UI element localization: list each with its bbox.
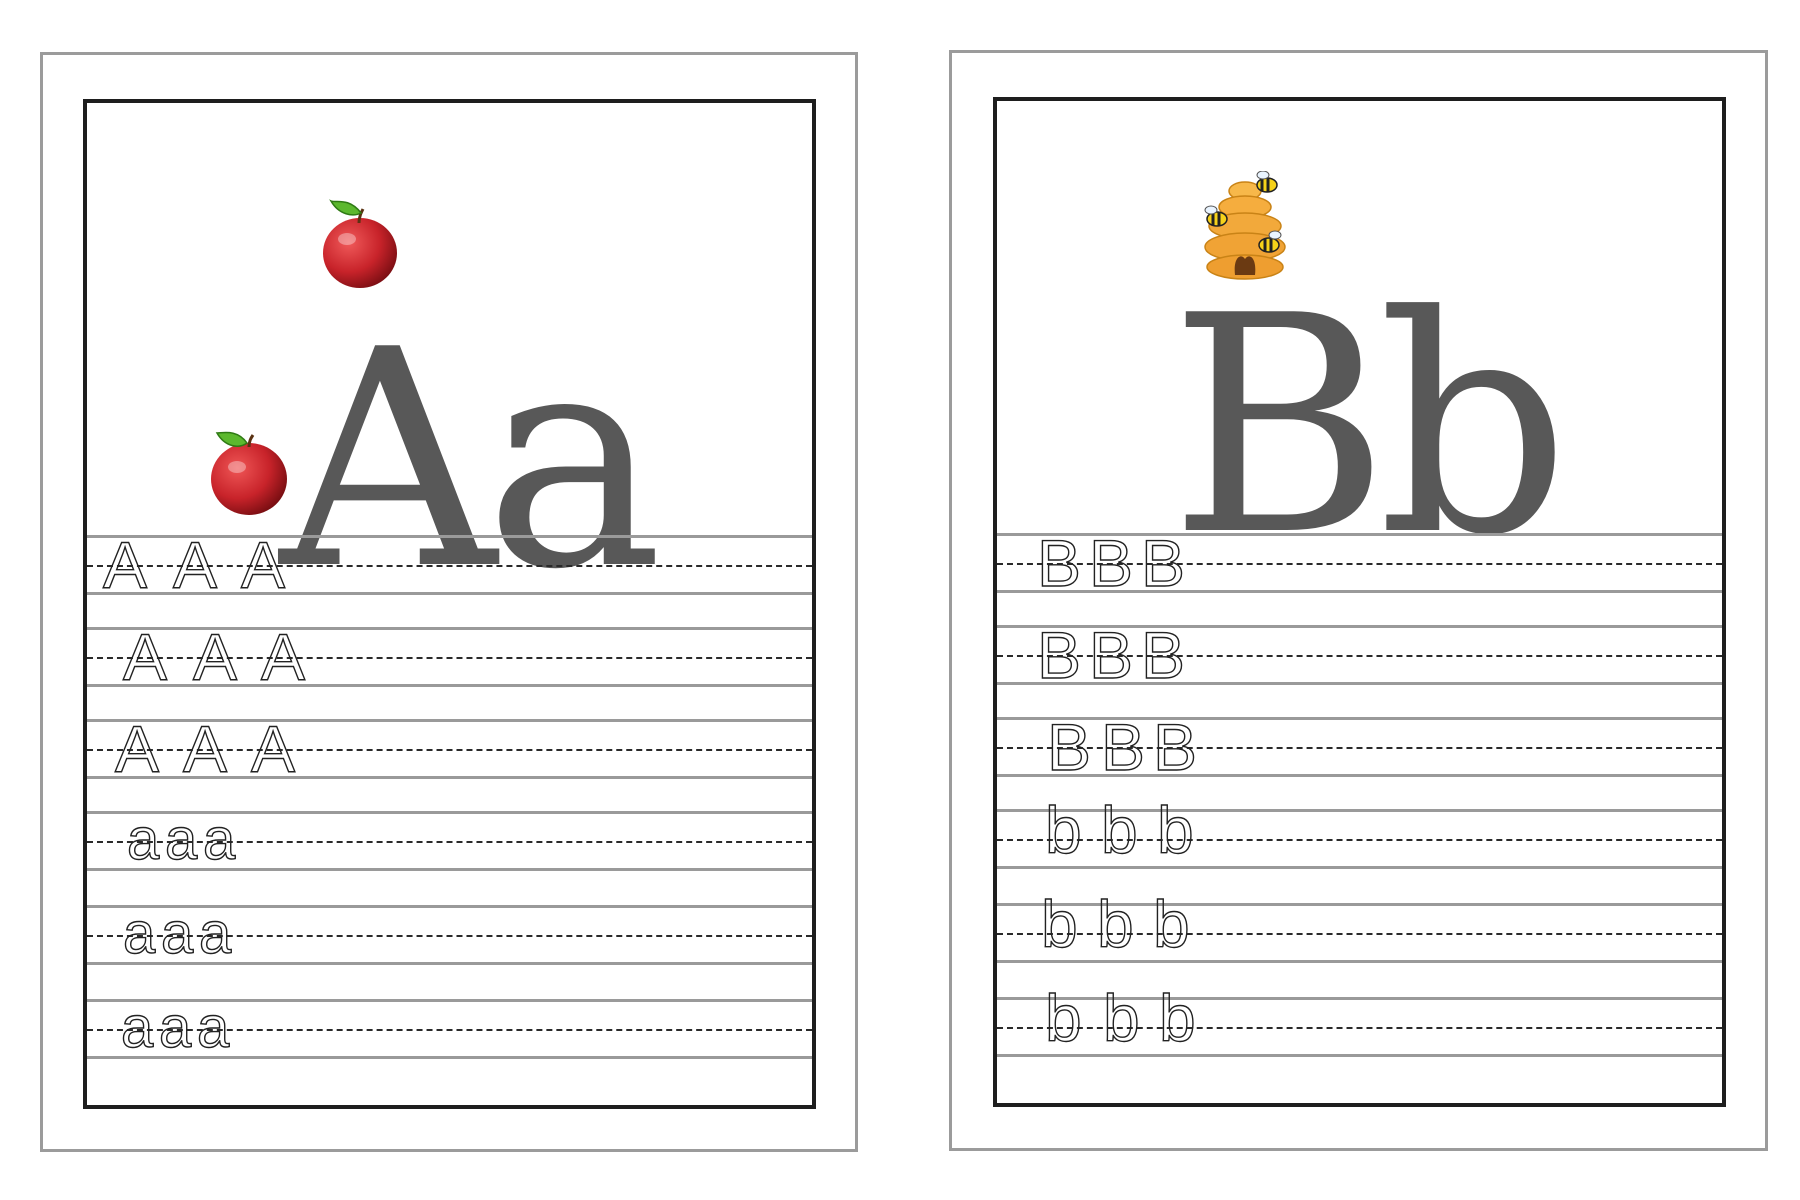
trace-letter[interactable]: B bbox=[1152, 713, 1197, 780]
tracing-area: B B B B B B B B B b b b b b b b b b bbox=[997, 529, 1722, 1103]
trace-letter[interactable]: A bbox=[192, 623, 237, 690]
beehive-icon bbox=[1204, 171, 1286, 280]
trace-letter[interactable]: a bbox=[198, 904, 232, 963]
tracing-row: b b b bbox=[997, 984, 1722, 1057]
tracing-row: b b b bbox=[997, 796, 1722, 869]
trace-letter[interactable]: B bbox=[1100, 713, 1145, 780]
letter-card-a: Aa A A A A A A A A A a a a a a a a a a bbox=[83, 99, 816, 1109]
tracing-row: A A A bbox=[87, 623, 812, 691]
tracing-row: A A A bbox=[87, 715, 812, 783]
trace-letter[interactable]: B bbox=[1088, 529, 1133, 596]
tracing-row: B B B bbox=[997, 529, 1722, 597]
trace-letter[interactable]: a bbox=[160, 904, 194, 963]
trace-letter[interactable]: A bbox=[114, 715, 159, 782]
trace-letter[interactable]: A bbox=[172, 531, 217, 598]
trace-letter[interactable]: A bbox=[260, 623, 305, 690]
trace-letter[interactable]: a bbox=[196, 998, 230, 1057]
bee-icon bbox=[1256, 171, 1278, 193]
trace-letter[interactable]: A bbox=[240, 531, 285, 598]
trace-letter[interactable]: b bbox=[1044, 796, 1082, 863]
trace-letter[interactable]: B bbox=[1046, 713, 1091, 780]
tracing-row: b b b bbox=[997, 890, 1722, 963]
trace-letter[interactable]: B bbox=[1036, 621, 1081, 688]
tracing-row: B B B bbox=[997, 713, 1722, 781]
worksheet-page-a: Aa A A A A A A A A A a a a a a a a a a bbox=[40, 52, 858, 1152]
trace-letter[interactable]: b bbox=[1096, 890, 1134, 957]
trace-letter[interactable]: a bbox=[126, 810, 160, 869]
tracing-row: a a a bbox=[87, 810, 812, 871]
apple-icon bbox=[323, 199, 397, 288]
trace-letter[interactable]: B bbox=[1140, 529, 1185, 596]
trace-letter[interactable]: a bbox=[158, 998, 192, 1057]
trace-letter[interactable]: A bbox=[102, 531, 147, 598]
trace-letter[interactable]: A bbox=[182, 715, 227, 782]
trace-letter[interactable]: a bbox=[122, 904, 156, 963]
trace-letter[interactable]: A bbox=[250, 715, 295, 782]
worksheet-page-b: Bb B B B B B B B B B b b b b b b b b b bbox=[949, 50, 1768, 1151]
letter-card-b: Bb B B B B B B B B B b b b b b b b b b bbox=[993, 97, 1726, 1107]
tracing-area: A A A A A A A A A a a a a a a a a a bbox=[87, 531, 812, 1105]
trace-letter[interactable]: B bbox=[1140, 621, 1185, 688]
trace-letter[interactable]: B bbox=[1088, 621, 1133, 688]
tracing-row: a a a bbox=[87, 904, 812, 965]
trace-letter[interactable]: a bbox=[120, 998, 154, 1057]
apple-icon bbox=[211, 431, 287, 515]
trace-letter[interactable]: a bbox=[164, 810, 198, 869]
trace-letter[interactable]: a bbox=[202, 810, 236, 869]
trace-letter[interactable]: b bbox=[1040, 890, 1078, 957]
trace-letter[interactable]: b bbox=[1044, 984, 1082, 1051]
trace-letter[interactable]: A bbox=[122, 623, 167, 690]
trace-letter[interactable]: b bbox=[1156, 796, 1194, 863]
tracing-row: A A A bbox=[87, 531, 812, 599]
tracing-row: B B B bbox=[997, 621, 1722, 689]
tracing-row: a a a bbox=[87, 998, 812, 1059]
trace-letter[interactable]: b bbox=[1102, 984, 1140, 1051]
trace-letter[interactable]: b bbox=[1100, 796, 1138, 863]
trace-letter[interactable]: b bbox=[1152, 890, 1190, 957]
trace-letter[interactable]: B bbox=[1036, 529, 1081, 596]
trace-letter[interactable]: b bbox=[1158, 984, 1196, 1051]
